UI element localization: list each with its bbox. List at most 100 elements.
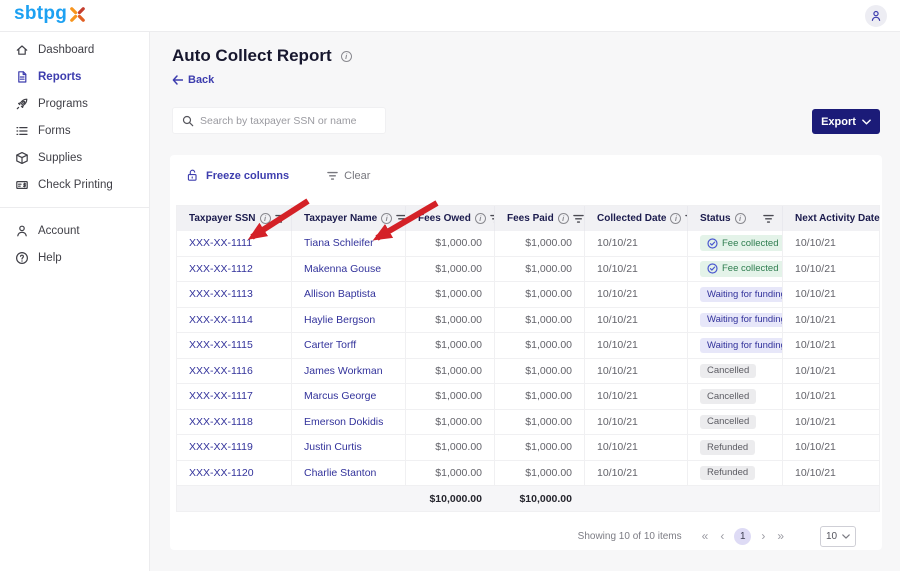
table-row: XXX-XX-1115 Carter Torff $1,000.00 $1,000.0…	[177, 333, 879, 359]
taxpayer-ssn-link[interactable]: XXX-XX-1120	[189, 467, 254, 479]
sidebar-footer-items: Account Help	[0, 217, 149, 271]
taxpayer-ssn-cell: XXX-XX-1113	[177, 282, 291, 307]
collected-date-cell: 10/10/21	[584, 460, 687, 485]
taxpayer-name-link[interactable]: Justin Curtis	[304, 441, 362, 453]
column-info-icon[interactable]: i	[670, 213, 682, 224]
column-header-taxpayer-ssn: Taxpayer SSN i	[177, 206, 291, 231]
column-filter-icon[interactable]	[274, 214, 286, 224]
sidebar-item-supplies[interactable]: Supplies	[0, 144, 149, 171]
sidebar-item-help[interactable]: Help	[0, 244, 149, 271]
next-activity-date-cell: 10/10/21	[782, 409, 881, 434]
search-input[interactable]	[200, 114, 370, 127]
sidebar-item-label: Programs	[38, 97, 88, 110]
sidebar-item-label: Reports	[38, 70, 82, 83]
fees-paid-cell: $1,000.00	[494, 333, 584, 358]
column-info-icon[interactable]: i	[474, 213, 486, 224]
next-page-button[interactable]: ›	[755, 529, 771, 543]
column-info-icon[interactable]: i	[557, 213, 569, 224]
collected-date-cell: 10/10/21	[584, 256, 687, 281]
fees-owed-total: $10,000.00	[429, 492, 482, 505]
clear-filters-label: Clear	[344, 169, 371, 182]
sidebar-item-programs[interactable]: Programs	[0, 90, 149, 117]
taxpayer-name-link[interactable]: Tiana Schleifer	[304, 237, 374, 249]
brand-logo[interactable]: sbtpg	[14, 3, 86, 25]
fees-owed-cell: $1,000.00	[405, 307, 494, 332]
column-filter-icon[interactable]	[572, 214, 584, 224]
prev-page-button[interactable]: ‹	[714, 529, 730, 543]
next-activity-date-cell: 10/10/21	[782, 256, 881, 281]
column-label: Fees Owed	[418, 213, 471, 224]
sidebar-item-reports[interactable]: Reports	[0, 63, 149, 90]
taxpayer-name-link[interactable]: Allison Baptista	[304, 288, 376, 300]
column-header-collected-date: Collected Date i	[584, 206, 687, 231]
status-badge: Fee collected	[700, 260, 782, 277]
taxpayer-name-link[interactable]: Charlie Stanton	[304, 467, 376, 479]
column-info-icon[interactable]: i	[259, 213, 271, 224]
taxpayer-name-cell: Carter Torff	[291, 333, 405, 358]
chevron-down-icon	[842, 533, 850, 539]
taxpayer-ssn-link[interactable]: XXX-XX-1115	[189, 339, 253, 351]
table-row: XXX-XX-1113 Allison Baptista $1,000.00 $1,0…	[177, 282, 879, 308]
sidebar-item-check-printing[interactable]: Check Printing	[0, 171, 149, 198]
last-page-button[interactable]: »	[771, 529, 790, 543]
fees-paid-cell: $1,000.00	[494, 256, 584, 281]
column-filter-icon[interactable]	[763, 214, 774, 224]
taxpayer-name-link[interactable]: James Workman	[304, 365, 383, 377]
taxpayer-name-link[interactable]: Marcus George	[304, 390, 376, 402]
sidebar-item-label: Supplies	[38, 151, 83, 164]
clear-filters-button[interactable]: Clear	[327, 170, 370, 182]
page-title: Auto Collect Report	[172, 46, 332, 65]
sidebar-item-account[interactable]: Account	[0, 217, 149, 244]
table-row: XXX-XX-1117 Marcus George $1,000.00 $1,000.…	[177, 384, 879, 410]
page-size-select[interactable]: 10	[820, 525, 856, 547]
sidebar-item-forms[interactable]: Forms	[0, 117, 149, 144]
sidebar-item-label: Check Printing	[38, 178, 113, 191]
taxpayer-ssn-link[interactable]: XXX-XX-1118	[189, 416, 253, 428]
sidebar-item-label: Dashboard	[38, 43, 95, 56]
taxpayer-name-link[interactable]: Haylie Bergson	[304, 314, 375, 326]
page-title-info-icon[interactable]: i	[340, 50, 352, 62]
freeze-columns-button[interactable]: Freeze columns	[186, 169, 289, 182]
column-filter-icon[interactable]	[396, 214, 405, 224]
column-header-fees-owed: Fees Owed i	[405, 206, 494, 231]
fees-owed-cell: $1,000.00	[405, 333, 494, 358]
taxpayer-ssn-link[interactable]: XXX-XX-1117	[189, 390, 253, 402]
back-button[interactable]: Back	[172, 74, 214, 86]
status-badge: Waiting for funding	[700, 338, 782, 353]
search-icon	[182, 115, 194, 126]
sidebar-divider	[0, 207, 149, 208]
status-cell: Fee collected	[687, 231, 782, 256]
taxpayer-ssn-cell: XXX-XX-1114	[177, 308, 291, 333]
current-page-indicator[interactable]: 1	[734, 527, 752, 545]
logo-text: sbtpg	[14, 3, 68, 24]
taxpayer-ssn-link[interactable]: XXX-XX-1114	[189, 314, 253, 326]
first-page-button[interactable]: «	[696, 529, 715, 543]
collected-date-cell: 10/10/21	[584, 384, 687, 409]
sidebar-item-dashboard[interactable]: Dashboard	[0, 36, 149, 63]
column-info-icon[interactable]: i	[734, 213, 746, 224]
export-button[interactable]: Export	[812, 109, 880, 134]
taxpayer-ssn-link[interactable]: XXX-XX-1119	[189, 441, 253, 453]
taxpayer-ssn-link[interactable]: XXX-XX-1116	[189, 365, 253, 377]
taxpayer-ssn-link[interactable]: XXX-XX-1112	[189, 263, 253, 275]
taxpayer-ssn-cell: XXX-XX-1118	[177, 410, 291, 435]
table-row: XXX-XX-1116 James Workman $1,000.00 $1,000.…	[177, 358, 879, 384]
fees-paid-cell: $1,000.00	[494, 231, 584, 256]
account-person-icon	[17, 225, 27, 236]
column-info-icon[interactable]: i	[381, 213, 393, 224]
fees-owed-cell: $1,000.00	[405, 460, 494, 485]
taxpayer-name-link[interactable]: Carter Torff	[304, 339, 356, 351]
column-header-status: Status i	[687, 206, 782, 231]
taxpayer-name-link[interactable]: Emerson Dokidis	[304, 416, 383, 428]
taxpayer-ssn-link[interactable]: XXX-XX-1111	[189, 237, 252, 249]
taxpayer-name-cell: Emerson Dokidis	[291, 409, 405, 434]
taxpayer-ssn-link[interactable]: XXX-XX-1113	[189, 288, 253, 300]
taxpayer-name-link[interactable]: Makenna Gouse	[304, 263, 381, 275]
status-badge: Refunded	[700, 465, 756, 480]
user-avatar-button[interactable]	[865, 5, 887, 27]
taxpayer-ssn-cell: XXX-XX-1115	[177, 333, 291, 358]
totals-spacer	[584, 486, 881, 511]
sidebar-item-label: Account	[38, 224, 80, 237]
column-header-taxpayer-name: Taxpayer Name i	[291, 206, 405, 231]
status-badge: Fee collected	[700, 235, 782, 252]
